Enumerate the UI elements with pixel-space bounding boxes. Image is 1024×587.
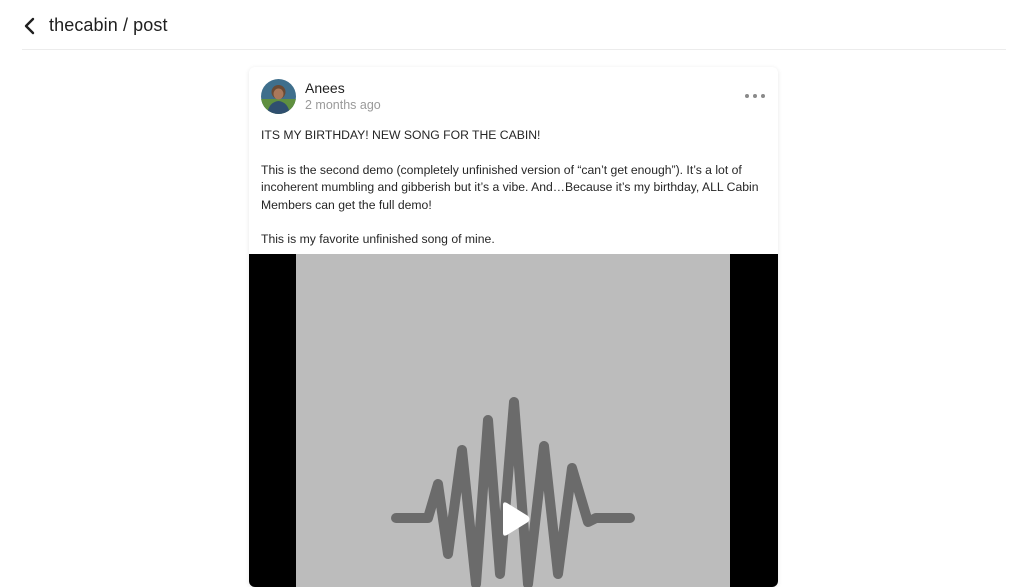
post-paragraph: This is my favorite unfinished song of m…: [261, 232, 495, 247]
play-button[interactable]: [499, 499, 531, 539]
back-button[interactable]: [20, 15, 40, 37]
author-avatar[interactable]: [261, 79, 296, 114]
post-paragraph: This is the second demo (completely unfi…: [261, 162, 759, 212]
header-divider: [22, 49, 1006, 50]
author-name[interactable]: Anees: [305, 80, 345, 96]
play-icon: [503, 502, 530, 536]
chevron-left-icon: [24, 17, 35, 35]
post-timestamp: 2 months ago: [305, 98, 381, 112]
more-options-button[interactable]: [745, 91, 765, 101]
more-horizontal-icon: [745, 94, 749, 98]
post-headline: ITS MY BIRTHDAY! NEW SONG FOR THE CABIN!: [261, 128, 541, 142]
top-bar: thecabin / post: [0, 0, 1024, 50]
page-title: thecabin / post: [49, 15, 168, 35]
post-body: ITS MY BIRTHDAY! NEW SONG FOR THE CABIN!…: [261, 127, 771, 249]
